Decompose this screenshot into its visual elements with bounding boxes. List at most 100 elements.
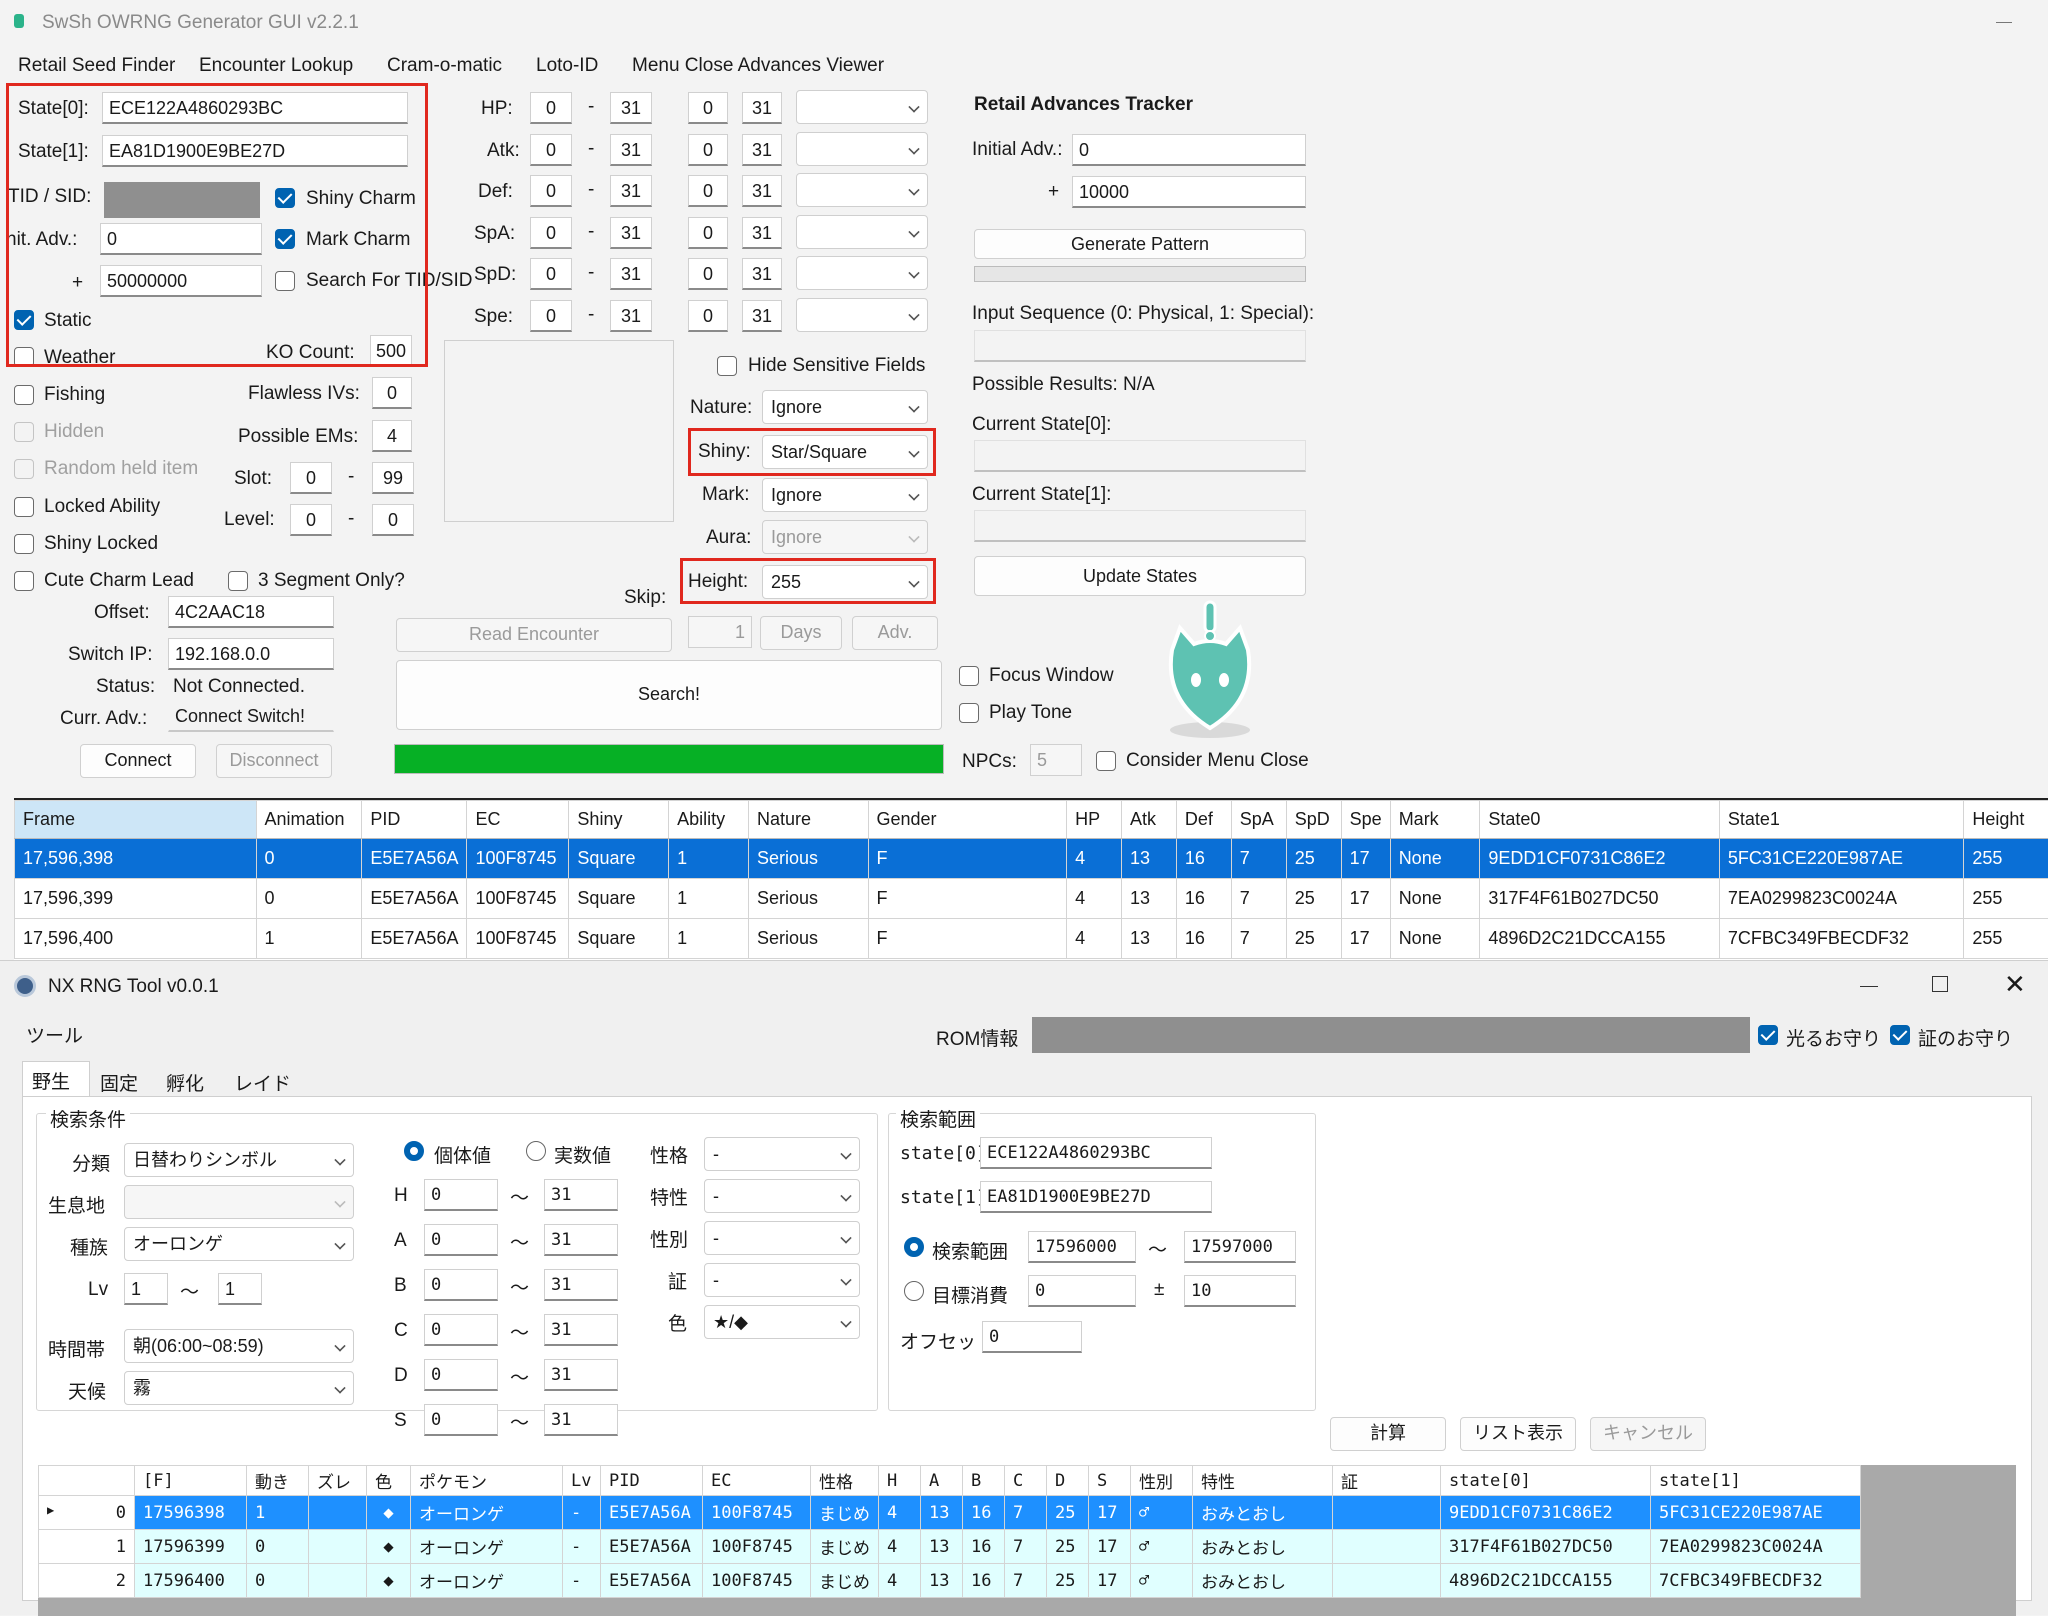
- stat-max-input[interactable]: 31: [742, 175, 782, 207]
- stat-min-input[interactable]: 0: [688, 134, 728, 166]
- level-max-input[interactable]: 0: [372, 504, 414, 536]
- lv-max-input[interactable]: 1: [218, 1273, 262, 1305]
- iv-max-input[interactable]: 31: [610, 258, 652, 290]
- row-header[interactable]: 1: [39, 1530, 135, 1564]
- offset-input-jp[interactable]: 0: [982, 1321, 1082, 1353]
- column-header[interactable]: 証: [1333, 1466, 1441, 1496]
- connect-button[interactable]: Connect: [80, 744, 196, 778]
- tab-raid[interactable]: レイド: [234, 1069, 291, 1096]
- range-max-input[interactable]: 17597000: [1184, 1231, 1296, 1263]
- table-row[interactable]: 1175963990◆オーロンゲ-E5E7A56A100F8745まじめ4131…: [39, 1530, 1861, 1564]
- mark-select[interactable]: Ignore: [762, 478, 928, 512]
- nature-select-jp[interactable]: -: [704, 1137, 860, 1171]
- adv-button[interactable]: Adv.: [852, 616, 938, 650]
- tracker-range-input[interactable]: 10000: [1072, 176, 1306, 208]
- lv-min-input[interactable]: 1: [124, 1273, 168, 1305]
- jp-iv-min-input[interactable]: 0: [424, 1359, 498, 1391]
- column-header[interactable]: state[1]: [1651, 1466, 1861, 1496]
- current-state1-input[interactable]: [974, 510, 1306, 542]
- table-row[interactable]: 17,596,3990E5E7A56A100F8745Square1Seriou…: [15, 879, 2048, 919]
- iv-min-input[interactable]: 0: [530, 300, 572, 332]
- jp-iv-min-input[interactable]: 0: [424, 1179, 498, 1211]
- table-row[interactable]: 2175964000◆オーロンゲ-E5E7A56A100F8745まじめ4131…: [39, 1564, 1861, 1598]
- table-row[interactable]: 17,596,4001E5E7A56A100F8745Square1Seriou…: [15, 919, 2048, 959]
- locked-ability-checkbox[interactable]: [14, 497, 34, 517]
- minimize-icon[interactable]: [1996, 22, 2012, 23]
- jp-iv-min-input[interactable]: 0: [424, 1404, 498, 1436]
- column-header[interactable]: 性格: [811, 1466, 879, 1496]
- hidden-power-select[interactable]: [796, 256, 928, 290]
- stat-min-input[interactable]: 0: [688, 258, 728, 290]
- hidden-power-select[interactable]: [796, 298, 928, 332]
- column-header[interactable]: Shiny: [569, 801, 669, 839]
- update-states-button[interactable]: Update States: [974, 556, 1306, 596]
- column-header[interactable]: H: [879, 1466, 921, 1496]
- iv-max-input[interactable]: 31: [610, 217, 652, 249]
- column-header[interactable]: Lv: [563, 1466, 601, 1496]
- gender-select-jp[interactable]: -: [704, 1221, 860, 1255]
- hidden-checkbox[interactable]: [14, 422, 34, 442]
- focus-window-checkbox[interactable]: [959, 666, 979, 686]
- jp-iv-min-input[interactable]: 0: [424, 1224, 498, 1256]
- cancel-button[interactable]: キャンセル: [1590, 1417, 1706, 1451]
- disconnect-button[interactable]: Disconnect: [216, 744, 332, 778]
- search-button[interactable]: Search!: [396, 660, 942, 730]
- nature-select[interactable]: Ignore: [762, 390, 928, 424]
- close-icon[interactable]: ✕: [2004, 969, 2026, 1000]
- generate-pattern-button[interactable]: Generate Pattern: [974, 229, 1306, 259]
- hidden-power-select[interactable]: [796, 215, 928, 249]
- switch-ip-input[interactable]: 192.168.0.0: [168, 638, 334, 670]
- s0-input[interactable]: ECE122A4860293BC: [980, 1137, 1212, 1169]
- iv-min-input[interactable]: 0: [530, 175, 572, 207]
- column-header[interactable]: Def: [1176, 801, 1231, 839]
- read-encounter-button[interactable]: Read Encounter: [396, 618, 672, 652]
- hidden-power-select[interactable]: [796, 173, 928, 207]
- stat-max-input[interactable]: 31: [742, 134, 782, 166]
- column-header[interactable]: 色: [367, 1466, 411, 1496]
- stat-max-input[interactable]: 31: [742, 92, 782, 124]
- stat-min-input[interactable]: 0: [688, 175, 728, 207]
- time-select[interactable]: 朝(06:00~08:59): [124, 1329, 354, 1363]
- fishing-checkbox[interactable]: [14, 385, 34, 405]
- jp-iv-max-input[interactable]: 31: [544, 1224, 618, 1256]
- hide-sensitive-checkbox[interactable]: [717, 356, 737, 376]
- consider-menu-close-checkbox[interactable]: [1096, 751, 1116, 771]
- jp-iv-min-input[interactable]: 0: [424, 1269, 498, 1301]
- target-tol-input[interactable]: 10: [1184, 1275, 1296, 1307]
- iv-min-input[interactable]: 0: [530, 217, 572, 249]
- iv-min-input[interactable]: 0: [530, 134, 572, 166]
- column-header[interactable]: D: [1047, 1466, 1089, 1496]
- slot-max-input[interactable]: 99: [372, 462, 414, 494]
- column-header[interactable]: Animation: [256, 801, 362, 839]
- ability-select-jp[interactable]: -: [704, 1179, 860, 1213]
- level-min-input[interactable]: 0: [290, 504, 332, 536]
- list-view-button[interactable]: リスト表示: [1460, 1417, 1576, 1451]
- column-header[interactable]: 特性: [1193, 1466, 1333, 1496]
- column-header[interactable]: C: [1005, 1466, 1047, 1496]
- species-select[interactable]: オーロンゲ: [124, 1227, 354, 1261]
- stat-min-input[interactable]: 0: [688, 300, 728, 332]
- column-header[interactable]: EC: [467, 801, 569, 839]
- column-header[interactable]: PID: [362, 801, 467, 839]
- column-header[interactable]: Mark: [1390, 801, 1480, 839]
- column-header[interactable]: SpD: [1286, 801, 1341, 839]
- play-tone-checkbox[interactable]: [959, 703, 979, 723]
- hidden-power-select[interactable]: [796, 90, 928, 124]
- range-radio[interactable]: [904, 1237, 924, 1257]
- jp-iv-max-input[interactable]: 31: [544, 1404, 618, 1436]
- jp-iv-max-input[interactable]: 31: [544, 1314, 618, 1346]
- menu-loto-id[interactable]: Loto-ID: [536, 55, 598, 77]
- column-header[interactable]: Nature: [748, 801, 868, 839]
- iv-max-input[interactable]: 31: [610, 300, 652, 332]
- column-header[interactable]: 性別: [1131, 1466, 1193, 1496]
- column-header[interactable]: S: [1089, 1466, 1131, 1496]
- column-header[interactable]: Atk: [1122, 801, 1177, 839]
- possible-ems-input[interactable]: 4: [372, 420, 412, 452]
- habitat-select[interactable]: [124, 1185, 354, 1219]
- menu-encounter-lookup[interactable]: Encounter Lookup: [199, 55, 353, 77]
- column-header[interactable]: EC: [703, 1466, 811, 1496]
- iv-max-input[interactable]: 31: [610, 92, 652, 124]
- stat-max-input[interactable]: 31: [742, 300, 782, 332]
- column-header[interactable]: B: [963, 1466, 1005, 1496]
- offset-input[interactable]: 4C2AAC18: [168, 596, 334, 628]
